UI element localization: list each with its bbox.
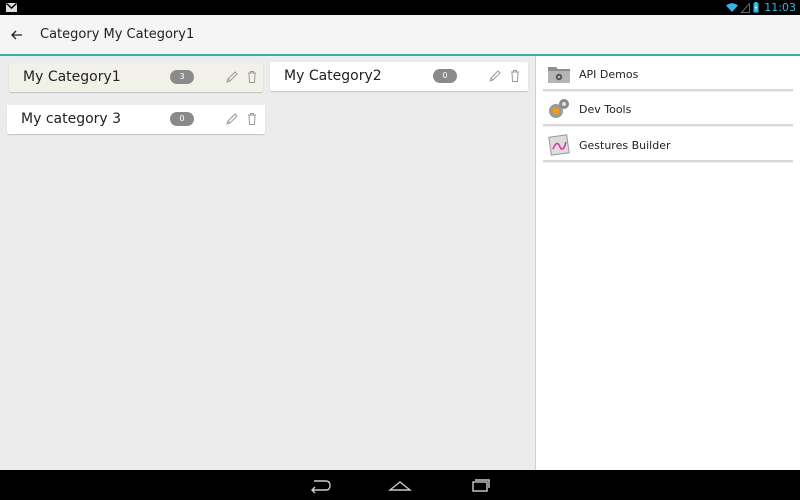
folder-gear-icon	[548, 67, 570, 83]
category-name: My Category1	[23, 69, 121, 85]
item-count-badge: 0	[170, 112, 194, 126]
pencil-edit-icon[interactable]	[225, 112, 239, 126]
app-item-api-demos[interactable]: API Demos	[543, 59, 793, 91]
back-arrow-icon	[11, 30, 22, 39]
app-list: API Demos Dev Tools Gestures Builder	[536, 56, 800, 470]
app-label: Gestures Builder	[579, 138, 671, 152]
trash-delete-icon[interactable]	[245, 112, 259, 126]
category-name: My Category2	[284, 68, 382, 84]
gestures-icon	[548, 134, 570, 156]
dev-tools-gear-icon	[549, 99, 569, 118]
app-label: Dev Tools	[579, 102, 632, 116]
app-item-gestures-builder[interactable]: Gestures Builder	[543, 130, 793, 162]
action-bar: Category My Category1	[0, 15, 800, 56]
status-time: 11:03	[764, 1, 796, 14]
app-label: API Demos	[579, 67, 639, 81]
signal-icon	[741, 2, 751, 13]
category-card[interactable]: My category 3 0	[7, 105, 265, 134]
app-item-dev-tools[interactable]: Dev Tools	[543, 94, 793, 126]
trash-delete-icon[interactable]	[508, 69, 522, 83]
page-title: Category My Category1	[40, 27, 195, 42]
category-grid: My Category1 3 My Category2 0 My categor…	[0, 56, 535, 470]
category-card[interactable]: My Category2 0	[270, 62, 528, 91]
pencil-edit-icon[interactable]	[488, 69, 502, 83]
nav-home-icon[interactable]	[388, 475, 412, 495]
gmail-notification-icon	[6, 3, 17, 12]
item-count-badge: 3	[170, 70, 194, 84]
category-name: My category 3	[21, 111, 122, 127]
trash-delete-icon[interactable]	[245, 70, 259, 84]
item-count-badge: 0	[433, 69, 457, 83]
battery-icon	[753, 2, 759, 13]
navigation-bar	[0, 470, 800, 500]
category-card[interactable]: My Category1 3	[9, 63, 263, 92]
nav-recents-icon[interactable]	[468, 475, 492, 495]
status-bar: 11:03	[0, 0, 800, 15]
wifi-icon	[726, 2, 739, 12]
back-button[interactable]	[2, 15, 32, 54]
pencil-edit-icon[interactable]	[225, 70, 239, 84]
nav-back-icon[interactable]	[308, 475, 332, 495]
